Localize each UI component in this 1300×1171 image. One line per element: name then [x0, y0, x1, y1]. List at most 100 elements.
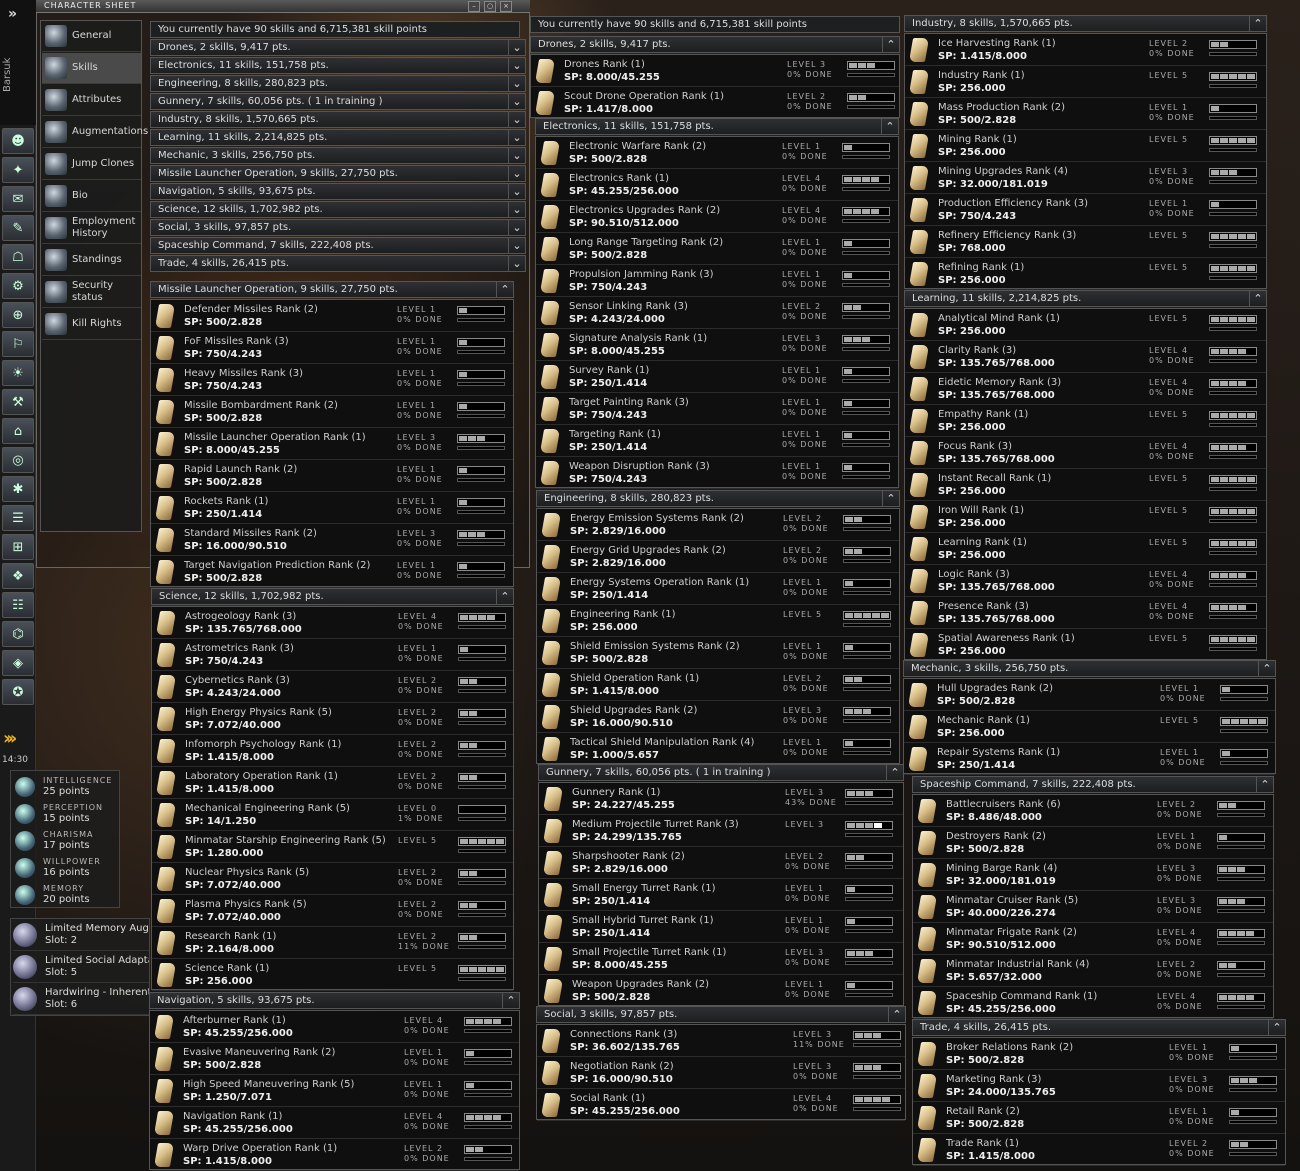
skill-row[interactable]: Small Energy Turret Rank (1) SP: 250/1.41…	[539, 879, 903, 911]
expand-chevron-icon[interactable]: ⌄	[508, 76, 525, 91]
skill-row[interactable]: Production Efficiency Rank (3) SP: 750/4.…	[905, 194, 1266, 226]
neocom-button-icon[interactable]: ✱	[2, 476, 34, 502]
skill-row[interactable]: Astrogeology Rank (3) SP: 135.765/768.000…	[152, 607, 513, 639]
neocom-button-icon[interactable]: ◈	[2, 650, 34, 676]
skill-section-header[interactable]: Navigation, 5 skills, 93,675 pts. ⌃	[149, 992, 520, 1009]
skill-section-header[interactable]: Electronics, 11 skills, 151,758 pts. ⌃	[535, 118, 899, 135]
skill-section-header[interactable]: Trade, 4 skills, 26,415 pts. ⌃	[912, 1019, 1286, 1036]
skill-row[interactable]: Shield Upgrades Rank (2) SP: 16.000/90.51…	[537, 701, 899, 733]
collapse-chevron-icon[interactable]: ⌃	[496, 282, 513, 297]
collapse-chevron-icon[interactable]: ⌃	[882, 37, 899, 52]
skill-row[interactable]: Minmatar Industrial Rank (4) SP: 5.657/32…	[913, 955, 1273, 987]
skill-row[interactable]: Instant Recall Rank (1) SP: 256.000 LEVEL …	[905, 469, 1266, 501]
neocom-button-icon[interactable]: ❖	[2, 563, 34, 589]
skill-group-header[interactable]: Learning, 11 skills, 2,214,825 pts. ⌄	[150, 129, 526, 146]
skill-row[interactable]: Long Range Targeting Rank (2) SP: 500/2.8…	[536, 233, 898, 265]
expand-chevron-icon[interactable]: ⌄	[508, 238, 525, 253]
nav-item-standings[interactable]: Standings	[42, 245, 141, 276]
neocom-button-icon[interactable]: ⌬	[2, 621, 34, 647]
skill-row[interactable]: Survey Rank (1) SP: 250/1.414 LEVEL 1 0% DO…	[536, 361, 898, 393]
collapse-chevron-icon[interactable]: ⌃	[1249, 16, 1266, 31]
skill-row[interactable]: Spatial Awareness Rank (1) SP: 256.000 LEV…	[905, 629, 1266, 661]
neocom-button-icon[interactable]: ✉	[2, 186, 34, 212]
skill-row[interactable]: FoF Missiles Rank (3) SP: 750/4.243 LEVEL …	[151, 332, 513, 364]
skill-row[interactable]: Cybernetics Rank (3) SP: 4.243/24.000 LEVE…	[152, 671, 513, 703]
skill-row[interactable]: Infomorph Psychology Rank (1) SP: 1.415/8…	[152, 735, 513, 767]
skill-row[interactable]: Mining Upgrades Rank (4) SP: 32.000/181.0…	[905, 162, 1266, 194]
skill-row[interactable]: Focus Rank (3) SP: 135.765/768.000 LEVEL 4…	[905, 437, 1266, 469]
skill-row[interactable]: Weapon Disruption Rank (3) SP: 750/4.243 L…	[536, 457, 898, 489]
nav-item-jump-clones[interactable]: Jump Clones	[42, 149, 141, 180]
neocom-button-icon[interactable]: ◎	[2, 447, 34, 473]
skill-row[interactable]: Eidetic Memory Rank (3) SP: 135.765/768.0…	[905, 373, 1266, 405]
skill-row[interactable]: Battlecruisers Rank (6) SP: 8.486/48.000 L…	[913, 795, 1273, 827]
neocom-button-icon[interactable]: ⚙	[2, 273, 34, 299]
skill-row[interactable]: Science Rank (1) SP: 256.000 LEVEL 5	[152, 959, 513, 991]
skill-row[interactable]: Small Projectile Turret Rank (1) SP: 8.00…	[539, 943, 903, 975]
skill-row[interactable]: Tactical Shield Manipulation Rank (4) SP:…	[537, 733, 899, 765]
skill-row[interactable]: Destroyers Rank (2) SP: 500/2.828 LEVEL 10…	[913, 827, 1273, 859]
skill-row[interactable]: Navigation Rank (1) SP: 45.255/256.000 LEV…	[150, 1107, 519, 1139]
skill-row[interactable]: Refinery Efficiency Rank (3) SP: 768.000 L…	[905, 226, 1266, 258]
nav-item-kill-rights[interactable]: Kill Rights	[42, 309, 141, 340]
skill-row[interactable]: Research Rank (1) SP: 2.164/8.000 LEVEL 21…	[152, 927, 513, 959]
skill-row[interactable]: Target Navigation Prediction Rank (2) SP:…	[151, 556, 513, 588]
skill-row[interactable]: Heavy Missiles Rank (3) SP: 750/4.243 LEVE…	[151, 364, 513, 396]
expand-chevron-icon[interactable]: ⌄	[508, 94, 525, 109]
skill-row[interactable]: Hull Upgrades Rank (2) SP: 500/2.828 LEVEL…	[904, 679, 1275, 711]
close-button[interactable]: ×	[500, 1, 512, 12]
skill-row[interactable]: Industry Rank (1) SP: 256.000 LEVEL 5	[905, 66, 1266, 98]
skill-group-header[interactable]: Science, 12 skills, 1,702,982 pts. ⌄	[150, 201, 526, 218]
skill-row[interactable]: Electronics Upgrades Rank (2) SP: 90.510/…	[536, 201, 898, 233]
autopilot-arrows-icon[interactable]: ›››	[3, 728, 33, 752]
skill-row[interactable]: Astrometrics Rank (3) SP: 750/4.243 LEVEL …	[152, 639, 513, 671]
expand-chevron-icon[interactable]: ⌄	[508, 166, 525, 181]
skill-row[interactable]: Missile Launcher Operation Rank (1) SP: 8…	[151, 428, 513, 460]
nav-item-general[interactable]: General	[42, 21, 141, 52]
nav-item-security-status[interactable]: Security status	[42, 277, 141, 308]
neocom-button-icon[interactable]: ✦	[2, 157, 34, 183]
skill-row[interactable]: Engineering Rank (1) SP: 256.000 LEVEL 5	[537, 605, 899, 637]
neocom-button-icon[interactable]: ☀	[2, 360, 34, 386]
skill-row[interactable]: Ice Harvesting Rank (1) SP: 1.415/8.000 LE…	[905, 34, 1266, 66]
skill-group-header[interactable]: Navigation, 5 skills, 93,675 pts. ⌄	[150, 183, 526, 200]
skill-section-header[interactable]: Social, 3 skills, 97,857 pts. ⌃	[536, 1006, 906, 1023]
skill-row[interactable]: Rapid Launch Rank (2) SP: 500/2.828 LEVEL …	[151, 460, 513, 492]
skill-group-header[interactable]: Social, 3 skills, 97,857 pts. ⌄	[150, 219, 526, 236]
skill-row[interactable]: Iron Will Rank (1) SP: 256.000 LEVEL 5	[905, 501, 1266, 533]
skill-section-header[interactable]: Science, 12 skills, 1,702,982 pts. ⌃	[151, 588, 514, 605]
skill-row[interactable]: Energy Grid Upgrades Rank (2) SP: 2.829/1…	[537, 541, 899, 573]
skill-row[interactable]: Target Painting Rank (3) SP: 750/4.243 LEV…	[536, 393, 898, 425]
skill-row[interactable]: Weapon Upgrades Rank (2) SP: 500/2.828 LEV…	[539, 975, 903, 1007]
skill-row[interactable]: Learning Rank (1) SP: 256.000 LEVEL 5	[905, 533, 1266, 565]
expand-chevron-icon[interactable]: ⌄	[508, 112, 525, 127]
skill-row[interactable]: Connections Rank (3) SP: 36.602/135.765 LE…	[537, 1025, 905, 1057]
nav-item-skills[interactable]: Skills	[42, 53, 141, 84]
skill-row[interactable]: Spaceship Command Rank (1) SP: 45.255/256…	[913, 987, 1273, 1019]
skill-section-header[interactable]: Spaceship Command, 7 skills, 222,408 pts…	[912, 776, 1274, 793]
neocom-button-icon[interactable]: ☷	[2, 592, 34, 618]
nav-item-attributes[interactable]: Attributes	[42, 85, 141, 116]
skill-section-header[interactable]: Mechanic, 3 skills, 256,750 pts. ⌃	[903, 660, 1276, 677]
expand-chevron-icon[interactable]: ⌄	[508, 220, 525, 235]
skill-row[interactable]: Signature Analysis Rank (1) SP: 8.000/45.…	[536, 329, 898, 361]
neocom-button-icon[interactable]: ⊕	[2, 302, 34, 328]
nav-item-bio[interactable]: Bio	[42, 181, 141, 212]
skill-row[interactable]: Laboratory Operation Rank (1) SP: 1.415/8…	[152, 767, 513, 799]
skill-row[interactable]: Repair Systems Rank (1) SP: 250/1.414 LEVE…	[904, 743, 1275, 775]
skill-row[interactable]: Analytical Mind Rank (1) SP: 256.000 LEVEL…	[905, 309, 1266, 341]
skill-row[interactable]: Broker Relations Rank (2) SP: 500/2.828 LE…	[913, 1038, 1285, 1070]
skill-group-header[interactable]: Electronics, 11 skills, 151,758 pts. ⌄	[150, 57, 526, 74]
skill-row[interactable]: Plasma Physics Rank (5) SP: 7.072/40.000 L…	[152, 895, 513, 927]
skill-row[interactable]: Mining Barge Rank (4) SP: 32.000/181.019 L…	[913, 859, 1273, 891]
collapse-chevron-icon[interactable]: ⌃	[1268, 1020, 1285, 1035]
skill-row[interactable]: Standard Missiles Rank (2) SP: 16.000/90.…	[151, 524, 513, 556]
skill-section-header[interactable]: Drones, 2 skills, 9,417 pts. ⌃	[530, 36, 900, 53]
skill-row[interactable]: Refining Rank (1) SP: 256.000 LEVEL 5	[905, 258, 1266, 290]
collapse-chevron-icon[interactable]: ⌃	[882, 491, 899, 506]
neocom-button-icon[interactable]: ☰	[2, 505, 34, 531]
collapse-chevron-icon[interactable]: ⌃	[886, 765, 903, 780]
nav-item-augmentations[interactable]: Augmentations	[42, 117, 148, 148]
neocom-button-icon[interactable]: ☻	[2, 128, 34, 154]
collapse-chevron-icon[interactable]: ⌃	[888, 1007, 905, 1022]
